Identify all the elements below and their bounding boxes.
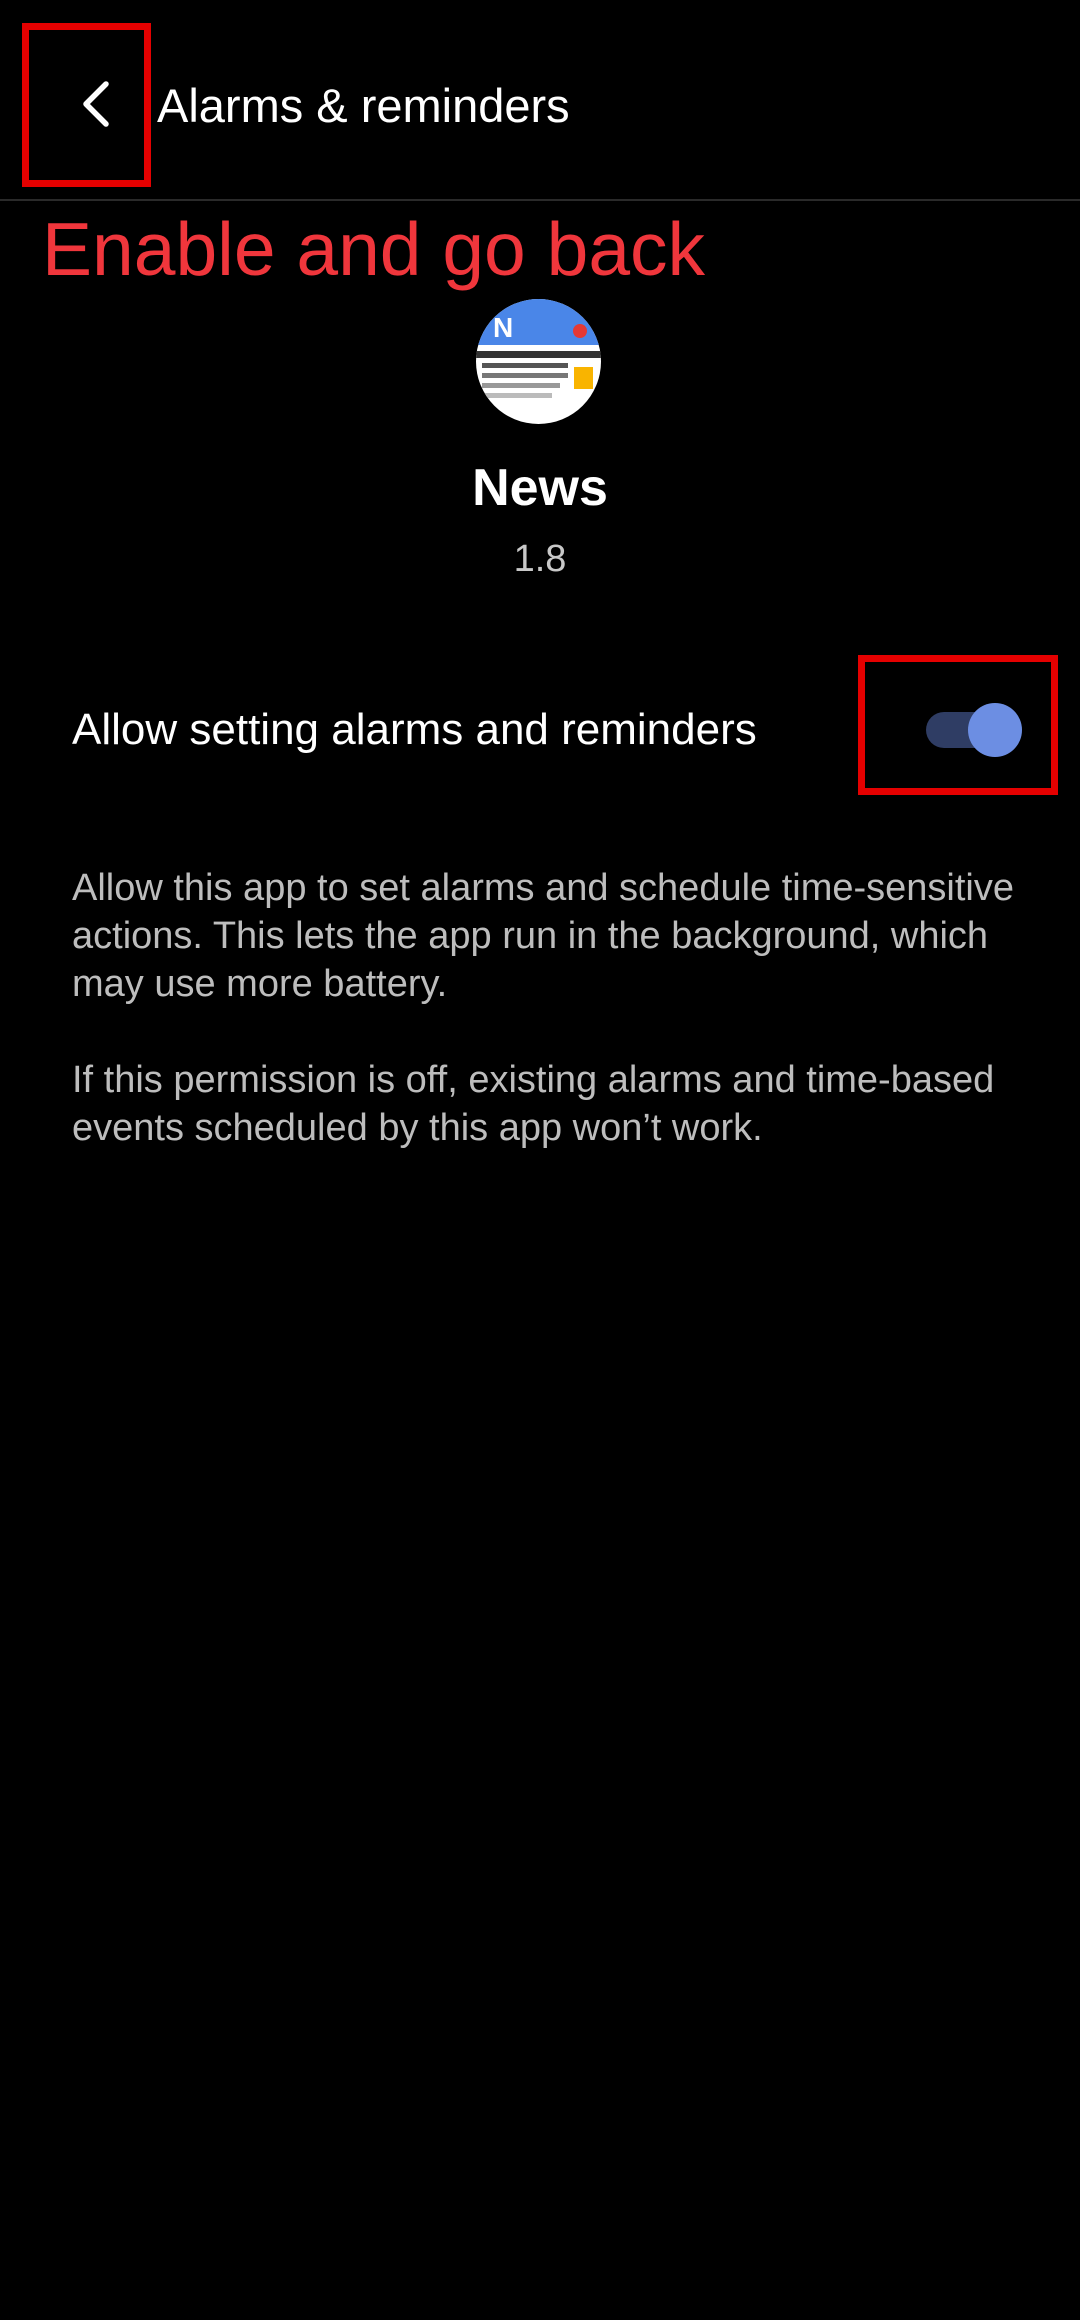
chevron-left-icon <box>83 81 109 127</box>
description-paragraph-1: Allow this app to set alarms and schedul… <box>72 867 1015 1005</box>
back-button[interactable] <box>60 62 132 146</box>
page-title: Alarms & reminders <box>157 79 570 132</box>
alarms-reminders-setting-row[interactable]: Allow setting alarms and reminders <box>0 660 1080 796</box>
svg-text:N: N <box>493 312 513 343</box>
news-app-icon: N <box>476 299 601 424</box>
app-name: News <box>472 459 608 517</box>
app-version: 1.8 <box>513 538 567 580</box>
setting-label: Allow setting alarms and reminders <box>72 705 757 754</box>
permission-description: Allow this app to set alarms and schedul… <box>72 864 1032 1200</box>
toggle-thumb <box>968 703 1022 757</box>
description-paragraph-2: If this permission is off, existing alar… <box>72 1059 995 1149</box>
alarms-reminders-toggle[interactable] <box>922 703 1022 757</box>
app-bar: Alarms & reminders <box>0 0 1080 201</box>
instruction-text: Enable and go back <box>42 207 706 291</box>
